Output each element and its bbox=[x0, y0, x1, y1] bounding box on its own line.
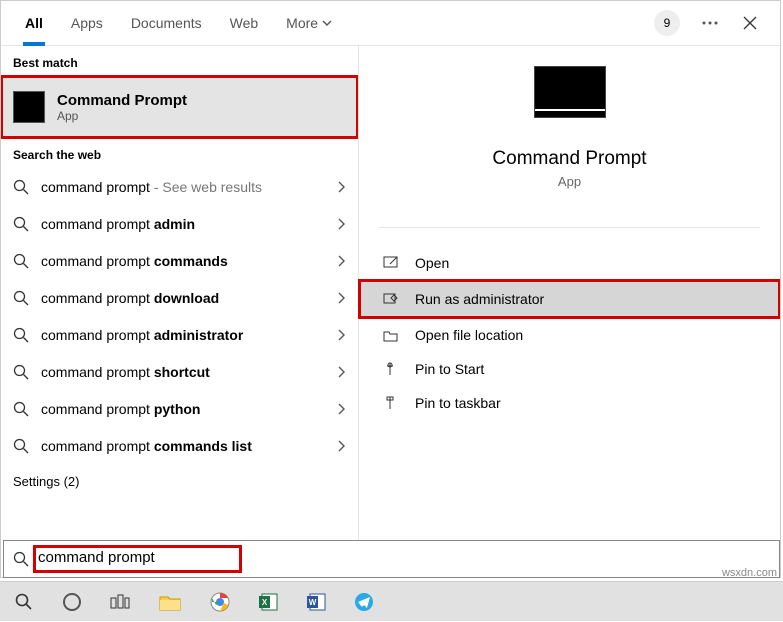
action-open-location-label: Open file location bbox=[415, 327, 523, 343]
shield-icon bbox=[381, 292, 399, 307]
search-icon bbox=[13, 216, 29, 232]
tab-apps[interactable]: Apps bbox=[57, 1, 117, 46]
taskbar-telegram-button[interactable] bbox=[340, 582, 388, 622]
taskbar-search-button[interactable] bbox=[0, 582, 48, 622]
search-input[interactable] bbox=[38, 549, 237, 566]
web-result-label: command prompt administrator bbox=[41, 327, 336, 343]
chevron-right-icon bbox=[336, 255, 346, 267]
web-result-item[interactable]: command prompt commands bbox=[1, 242, 358, 279]
open-icon bbox=[381, 256, 399, 270]
web-result-label: command prompt - See web results bbox=[41, 179, 336, 195]
taskbar: X W bbox=[0, 581, 783, 621]
options-button[interactable] bbox=[690, 3, 730, 43]
action-run-admin-label: Run as administrator bbox=[415, 291, 544, 307]
preview-sub: App bbox=[558, 174, 581, 189]
taskbar-taskview-button[interactable] bbox=[96, 582, 144, 622]
tab-more[interactable]: More bbox=[272, 1, 346, 46]
chevron-right-icon bbox=[336, 366, 346, 378]
filter-tabs: All Apps Documents Web More 9 bbox=[1, 1, 780, 46]
action-open[interactable]: Open bbox=[359, 246, 780, 280]
web-result-item[interactable]: command prompt download bbox=[1, 279, 358, 316]
web-result-item[interactable]: command prompt admin bbox=[1, 205, 358, 242]
chevron-right-icon bbox=[336, 181, 346, 193]
reward-badge[interactable]: 9 bbox=[654, 10, 680, 36]
web-result-label: command prompt admin bbox=[41, 216, 336, 232]
chevron-right-icon bbox=[336, 329, 346, 341]
search-icon bbox=[13, 179, 29, 195]
chevron-right-icon bbox=[336, 403, 346, 415]
search-icon bbox=[13, 401, 29, 417]
action-pin-start[interactable]: Pin to Start bbox=[359, 352, 780, 386]
search-icon bbox=[13, 327, 29, 343]
divider bbox=[379, 227, 760, 228]
tab-documents[interactable]: Documents bbox=[117, 1, 216, 46]
best-match-item[interactable]: Command Prompt App bbox=[1, 76, 358, 138]
web-result-item[interactable]: command prompt - See web results bbox=[1, 168, 358, 205]
tab-all[interactable]: All bbox=[11, 1, 57, 46]
svg-text:W: W bbox=[309, 598, 317, 607]
best-match-title: Command Prompt bbox=[57, 92, 187, 109]
taskbar-cortana-button[interactable] bbox=[48, 582, 96, 622]
taskbar-explorer-button[interactable] bbox=[144, 582, 196, 622]
taskbar-word-button[interactable]: W bbox=[292, 582, 340, 622]
command-prompt-icon bbox=[13, 91, 45, 123]
tab-more-label: More bbox=[286, 15, 318, 31]
search-window: All Apps Documents Web More 9 Best match… bbox=[0, 0, 781, 578]
search-icon bbox=[13, 290, 29, 306]
action-pin-taskbar-label: Pin to taskbar bbox=[415, 395, 501, 411]
action-pin-taskbar[interactable]: Pin to taskbar bbox=[359, 386, 780, 420]
web-result-label: command prompt commands list bbox=[41, 438, 336, 454]
folder-icon bbox=[381, 329, 399, 342]
web-result-label: command prompt python bbox=[41, 401, 336, 417]
group-best-match: Best match bbox=[1, 46, 358, 76]
preview-block: Command Prompt App bbox=[359, 66, 780, 209]
web-result-label: command prompt commands bbox=[41, 253, 336, 269]
search-icon bbox=[4, 551, 38, 567]
pin-taskbar-icon bbox=[381, 396, 399, 410]
preview-title: Command Prompt bbox=[492, 148, 646, 170]
web-result-item[interactable]: command prompt commands list bbox=[1, 427, 358, 464]
group-settings: Settings (2) bbox=[1, 464, 358, 495]
web-result-item[interactable]: command prompt administrator bbox=[1, 316, 358, 353]
chevron-down-icon bbox=[322, 18, 332, 28]
details-pane: Command Prompt App Open Run as administr… bbox=[358, 46, 780, 577]
main-area: Best match Command Prompt App Search the… bbox=[1, 46, 780, 577]
watermark: wsxdn.com bbox=[722, 567, 777, 579]
taskbar-excel-button[interactable]: X bbox=[244, 582, 292, 622]
taskbar-chrome-button[interactable] bbox=[196, 582, 244, 622]
web-result-item[interactable]: command prompt python bbox=[1, 390, 358, 427]
action-run-admin[interactable]: Run as administrator bbox=[359, 282, 780, 316]
chevron-right-icon bbox=[336, 292, 346, 304]
svg-text:X: X bbox=[262, 598, 268, 607]
search-bar[interactable] bbox=[3, 540, 780, 578]
chevron-right-icon bbox=[336, 440, 346, 452]
results-pane: Best match Command Prompt App Search the… bbox=[1, 46, 358, 577]
action-open-label: Open bbox=[415, 255, 449, 271]
search-icon bbox=[13, 253, 29, 269]
search-icon bbox=[13, 438, 29, 454]
pin-start-icon bbox=[381, 362, 399, 376]
web-result-label: command prompt download bbox=[41, 290, 336, 306]
web-result-label: command prompt shortcut bbox=[41, 364, 336, 380]
search-input-highlight bbox=[36, 548, 239, 570]
group-search-web: Search the web bbox=[1, 138, 358, 168]
action-run-admin-highlight: Run as administrator bbox=[359, 280, 780, 318]
chevron-right-icon bbox=[336, 218, 346, 230]
action-pin-start-label: Pin to Start bbox=[415, 361, 484, 377]
best-match-sub: App bbox=[57, 109, 187, 123]
command-prompt-preview-icon bbox=[534, 66, 606, 118]
action-open-location[interactable]: Open file location bbox=[359, 318, 780, 352]
search-icon bbox=[13, 364, 29, 380]
web-result-item[interactable]: command prompt shortcut bbox=[1, 353, 358, 390]
tab-web[interactable]: Web bbox=[216, 1, 273, 46]
close-button[interactable] bbox=[730, 3, 770, 43]
